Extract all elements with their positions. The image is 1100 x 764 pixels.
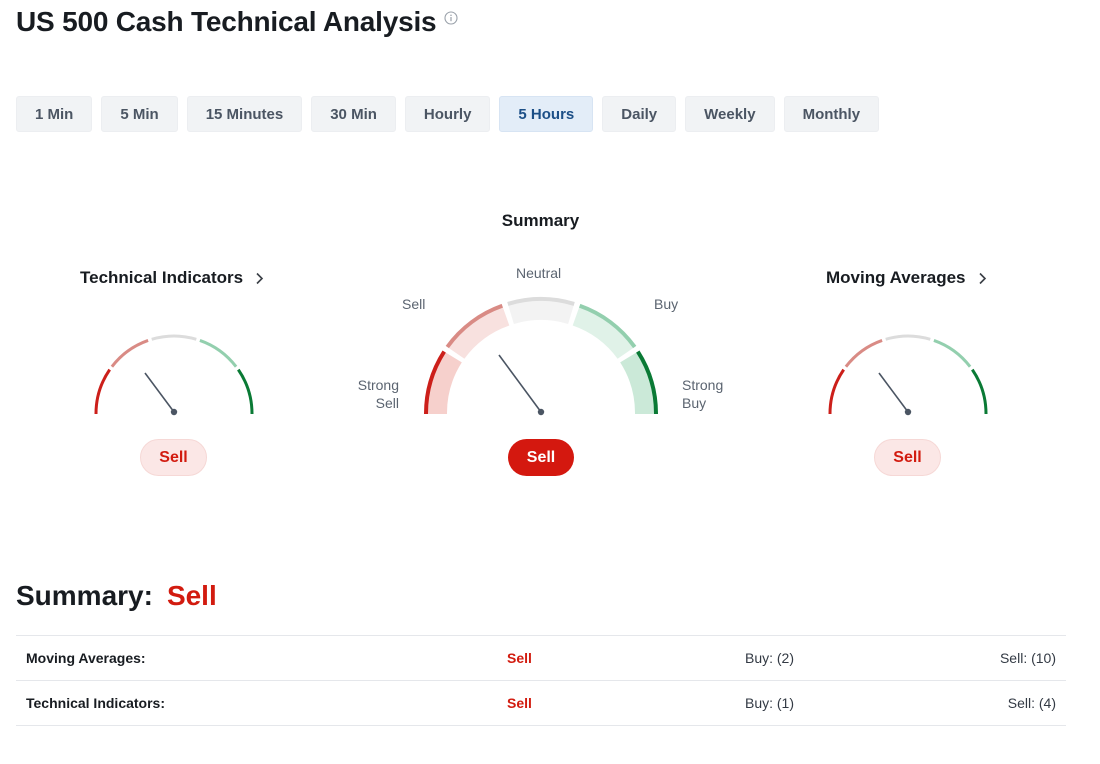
tab-30-min[interactable]: 30 Min (311, 96, 396, 132)
moving-averages-gauge (828, 334, 988, 416)
tab-1-min[interactable]: 1 Min (16, 96, 93, 132)
tab-weekly[interactable]: Weekly (685, 96, 775, 132)
row-name: Moving Averages: (26, 650, 146, 666)
tab-5-min[interactable]: 5 Min (101, 96, 178, 132)
technical-indicators-title: Technical Indicators (80, 268, 244, 287)
technical-indicators-gauge (94, 334, 254, 416)
tab-5-hours[interactable]: 5 Hours (499, 96, 594, 132)
tab-daily[interactable]: Daily (602, 96, 677, 132)
title-row: US 500 Cash Technical Analysis (16, 4, 458, 40)
tab-monthly[interactable]: Monthly (783, 96, 880, 132)
technical-indicators-signal-badge: Sell (140, 439, 207, 476)
row-buy-count: Buy: (2) (744, 650, 794, 666)
gauge-label-buy: Buy (654, 296, 679, 312)
tab-15-minutes[interactable]: 15 Minutes (186, 96, 303, 132)
technical-indicators-link[interactable]: Technical Indicators (80, 268, 264, 288)
summary-table: Moving Averages: Sell Buy: (2) Sell: (10… (16, 635, 1066, 726)
gauge-label-neutral: Neutral (516, 265, 562, 281)
summary-gauge (423, 297, 659, 416)
moving-averages-link[interactable]: Moving Averages (826, 268, 987, 288)
info-circle-icon[interactable] (444, 11, 458, 25)
gauge-label-sell: Sell (402, 296, 426, 312)
needle-pivot (904, 408, 912, 416)
row-sell-count: Sell: (10) (999, 650, 1056, 666)
timeframe-tabs: 1 Min 5 Min 15 Minutes 30 Min Hourly 5 H… (16, 96, 880, 132)
row-buy-count: Buy: (1) (744, 695, 794, 711)
row-signal: Sell (507, 695, 532, 711)
page-title: US 500 Cash Technical Analysis (16, 6, 437, 37)
gauge-needle (144, 372, 175, 413)
row-name: Technical Indicators: (26, 695, 165, 711)
row-sell-count: Sell: (4) (1007, 695, 1056, 711)
gauge-needle (878, 372, 909, 413)
chevron-right-icon (978, 272, 986, 284)
needle-pivot (170, 408, 178, 416)
chevron-right-icon (256, 272, 264, 284)
row-signal: Sell (507, 650, 532, 666)
summary-heading: Summary: Sell (16, 578, 217, 614)
summary-label: Summary: (16, 580, 153, 611)
gauge-needle (498, 354, 542, 413)
summary-gauge-title: Summary (501, 211, 580, 230)
needle-pivot (537, 408, 545, 416)
moving-averages-signal-badge: Sell (874, 439, 941, 476)
table-row: Technical Indicators: Sell Buy: (1) Sell… (16, 681, 1066, 726)
summary-value: Sell (166, 580, 217, 611)
table-row: Moving Averages: Sell Buy: (2) Sell: (10… (16, 636, 1066, 681)
summary-signal-badge: Sell (508, 439, 574, 476)
moving-averages-title: Moving Averages (826, 268, 966, 287)
tab-hourly[interactable]: Hourly (404, 96, 491, 132)
gauge-label-strong-buy: Strong Buy (682, 377, 724, 411)
gauge-label-strong-sell: Strong Sell (357, 377, 399, 411)
